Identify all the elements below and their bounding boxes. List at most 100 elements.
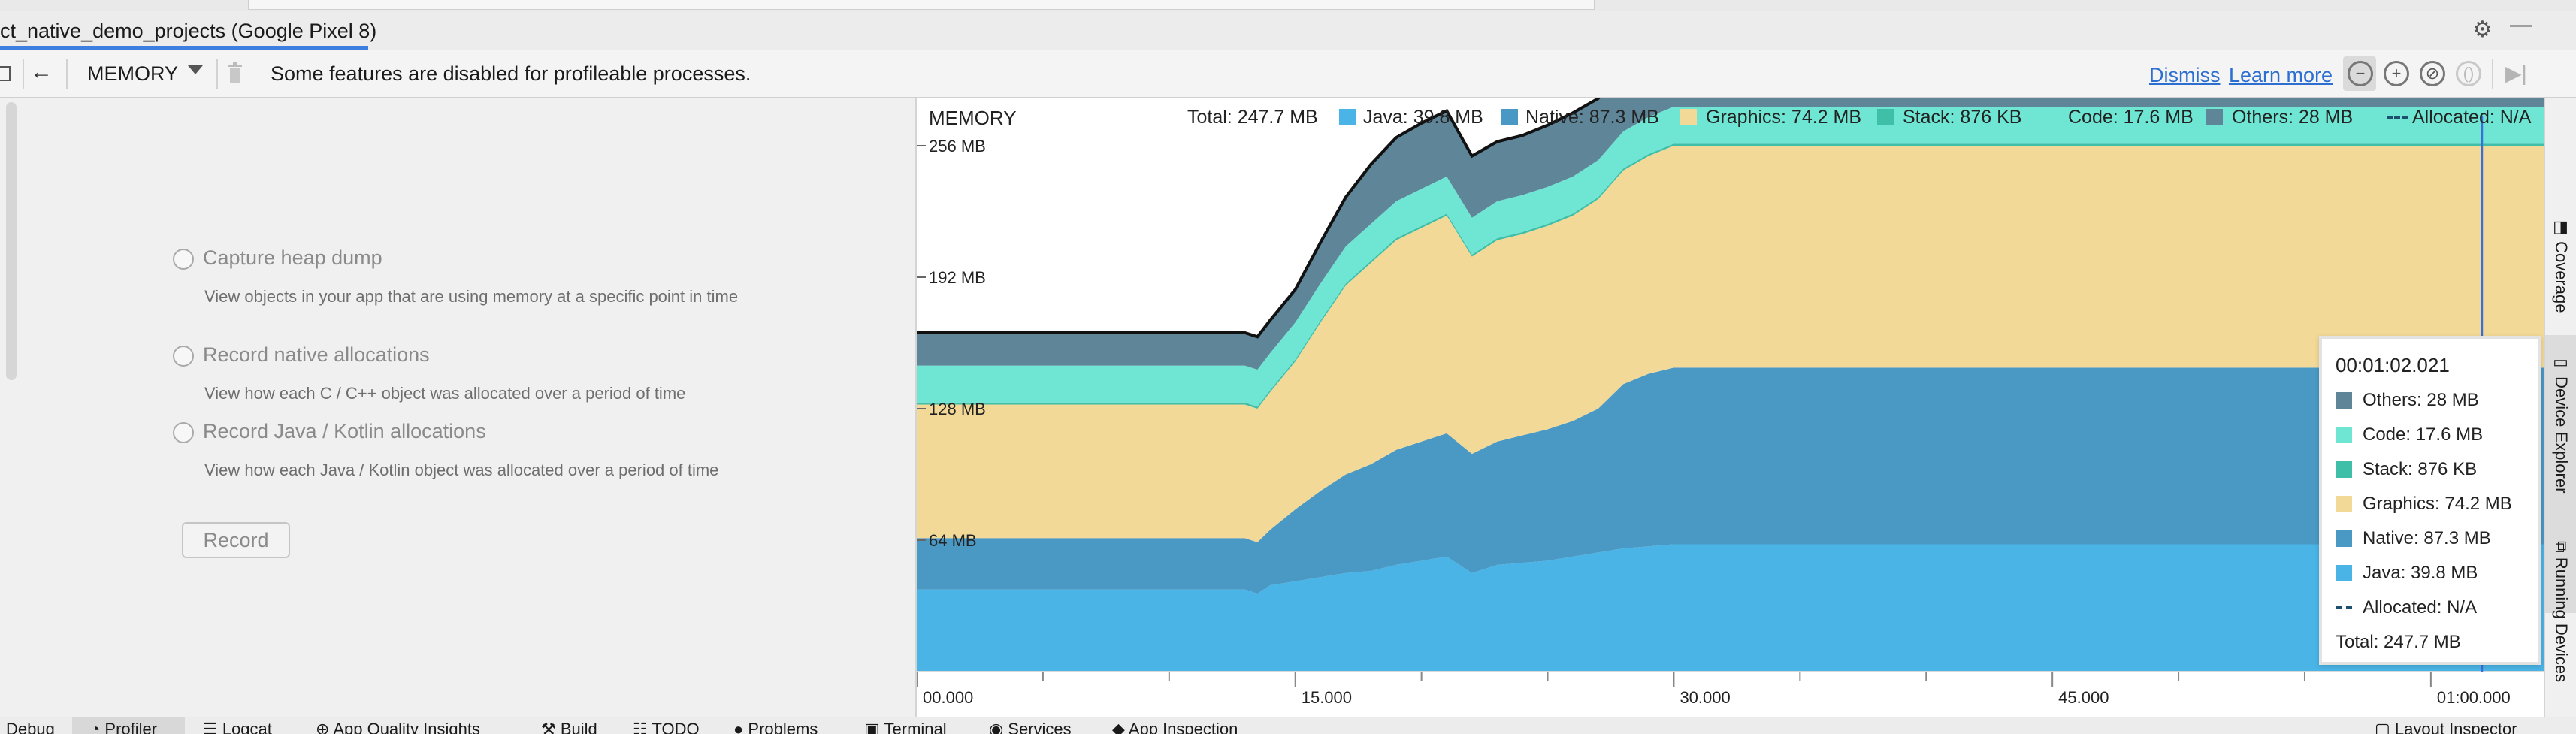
tooltip-code-swatch <box>2336 427 2352 443</box>
tooltip-native-swatch <box>2336 530 2352 547</box>
tooltip-allocated: Allocated: N/A <box>2363 597 2478 618</box>
legend-others: Others: 28 MB <box>2232 107 2354 128</box>
memory-chart[interactable]: 64 MB 128 MB 192 MB 256 MB 00.000 15.000 30.0… <box>917 98 2544 717</box>
zoom-to-selection-icon[interactable]: () <box>2456 61 2481 86</box>
services-tab[interactable]: ◉ Services <box>989 720 1072 734</box>
tooltip-graphics-row: Graphics: 74.2 MB <box>2336 494 2512 515</box>
legend-others-swatch <box>2206 109 2223 125</box>
device-explorer-tab[interactable]: ▭ Device Explorer <box>2551 353 2571 493</box>
x-tick-label: 30.000 <box>1680 688 1730 707</box>
capture-heap-dump-description: View objects in your app that are using … <box>204 287 739 306</box>
trash-icon[interactable] <box>227 62 243 83</box>
tooltip-allocated-dash <box>2336 606 2352 609</box>
legend-stack-swatch <box>1877 109 1894 125</box>
profiler-tab[interactable]: ◔ Profiler <box>90 720 157 734</box>
record-native-allocations-label: Record native allocations <box>203 343 430 366</box>
window-title: ct_native_demo_projects (Google Pixel 8) <box>0 20 377 42</box>
toolbar-divider <box>23 59 24 89</box>
panel-toggle-icon[interactable] <box>0 66 11 81</box>
right-tool-strip: ◨ Coverage ▭ Device Explorer ⧉ Running D… <box>2544 98 2576 717</box>
legend-graphics: Graphics: 74.2 MB <box>1706 107 1862 128</box>
tooltip-java-row: Java: 39.8 MB <box>2336 563 2478 584</box>
dismiss-link[interactable]: Dismiss <box>2149 64 2221 87</box>
minimize-icon[interactable]: — <box>2510 12 2532 38</box>
tooltip-java-swatch <box>2336 565 2352 581</box>
tooltip-others-row: Others: 28 MB <box>2336 390 2479 411</box>
zoom-out-icon[interactable]: − <box>2348 61 2373 86</box>
tooltip-total: Total: 247.7 MB <box>2336 632 2461 652</box>
tooltip-graphics: Graphics: 74.2 MB <box>2363 494 2512 514</box>
toolbar-divider <box>2492 59 2493 89</box>
back-arrow-icon[interactable]: ← <box>30 59 53 85</box>
legend-native: Native: 87.3 MB <box>1525 107 1659 128</box>
profiler-toolbar: ← MEMORY Some features are disabled for … <box>0 50 2576 98</box>
profileable-notice: Some features are disabled for profileab… <box>271 62 751 85</box>
tooltip-stack-swatch <box>2336 461 2352 478</box>
legend-native-swatch <box>1501 109 1518 125</box>
tooltip-others-swatch <box>2336 392 2352 409</box>
tooltip-others: Others: 28 MB <box>2363 390 2479 410</box>
todo-tab[interactable]: ☷ TODO <box>633 720 700 734</box>
legend-java-swatch <box>1339 109 1356 125</box>
capture-heap-dump-label: Capture heap dump <box>203 246 382 269</box>
capture-heap-dump-radio[interactable] <box>173 249 194 270</box>
x-tick-label: 00.000 <box>923 688 973 707</box>
learn-more-link[interactable]: Learn more <box>2229 64 2333 87</box>
tooltip-allocated-row: Allocated: N/A <box>2336 597 2477 618</box>
record-java-kotlin-allocations-description: View how each Java / Kotlin object was a… <box>204 461 719 479</box>
record-java-kotlin-allocations-radio[interactable] <box>173 422 194 443</box>
reset-zoom-icon[interactable]: ⊘ <box>2420 61 2445 86</box>
record-java-kotlin-allocations-label: Record Java / Kotlin allocations <box>203 420 486 443</box>
legend-java: Java: 39.8 MB <box>1363 107 1483 128</box>
tooltip-code-row: Code: 17.6 MB <box>2336 424 2483 446</box>
problems-tab[interactable]: ● Problems <box>733 720 818 734</box>
gear-icon[interactable]: ⚙ <box>2472 17 2493 43</box>
tooltip-native: Native: 87.3 MB <box>2363 528 2491 548</box>
profiler-mode-dropdown[interactable]: MEMORY <box>87 62 178 86</box>
tooltip-code: Code: 17.6 MB <box>2363 424 2484 445</box>
recording-options-panel <box>0 98 915 717</box>
toolbar-divider <box>216 59 218 89</box>
chart-title: MEMORY <box>929 107 1017 129</box>
title-bar: ct_native_demo_projects (Google Pixel 8)… <box>0 11 2576 50</box>
build-tab[interactable]: ⚒ Build <box>541 720 597 734</box>
record-native-allocations-radio[interactable] <box>173 346 194 367</box>
zoom-in-icon[interactable]: + <box>2384 61 2409 86</box>
legend-allocated-dash <box>2387 116 2408 119</box>
legend-stack: Stack: 876 KB <box>1903 107 2022 128</box>
tooltip-stack-row: Stack: 876 KB <box>2336 459 2477 480</box>
legend-allocated: Allocated: N/A <box>2412 107 2532 128</box>
y-tick-label: 256 MB <box>929 137 986 156</box>
tooltip-java: Java: 39.8 MB <box>2363 563 2478 583</box>
go-live-icon[interactable]: ▶| <box>2505 61 2527 86</box>
active-tab-indicator <box>0 46 368 50</box>
bottom-tool-bar: Debug ◔ Profiler ☰ Logcat ⊕ App Quality … <box>0 717 2576 734</box>
y-tick-label: 64 MB <box>929 531 977 550</box>
legend-total: Total: 247.7 MB <box>1187 107 1318 128</box>
tooltip-native-row: Native: 87.3 MB <box>2336 528 2491 549</box>
record-native-allocations-description: View how each C / C++ object was allocat… <box>204 384 686 403</box>
app-quality-insights-tab[interactable]: ⊕ App Quality Insights <box>316 720 480 734</box>
debug-tab[interactable]: Debug <box>6 720 55 734</box>
chevron-down-icon[interactable] <box>188 65 203 74</box>
record-button[interactable]: Record <box>182 522 290 558</box>
logcat-tab[interactable]: ☰ Logcat <box>203 720 272 734</box>
legend-code: Code: 17.6 MB <box>2068 107 2194 128</box>
tooltip-graphics-swatch <box>2336 496 2352 512</box>
window-top-strip <box>0 0 2576 11</box>
y-tick-label: 192 MB <box>929 268 986 287</box>
legend-graphics-swatch <box>1680 109 1697 125</box>
x-tick-label: 15.000 <box>1302 688 1352 707</box>
terminal-tab[interactable]: ▣ Terminal <box>864 720 947 734</box>
x-tick-label: 45.000 <box>2058 688 2109 707</box>
toolbar-divider <box>66 59 68 89</box>
legend-code-swatch <box>2042 109 2059 125</box>
top-strip-tab <box>248 0 1595 10</box>
running-devices-tab[interactable]: ⧉ Running Devices <box>2551 541 2571 682</box>
left-panel-scrollbar[interactable] <box>6 102 17 380</box>
coverage-tab[interactable]: ◨ Coverage <box>2551 218 2571 313</box>
tooltip-stack: Stack: 876 KB <box>2363 459 2478 479</box>
x-tick-label: 01:00.000 <box>2437 688 2511 707</box>
layout-inspector-tab[interactable]: ▢ Layout Inspector <box>2375 720 2517 734</box>
app-inspection-tab[interactable]: ◆ App Inspection <box>1112 720 1238 734</box>
